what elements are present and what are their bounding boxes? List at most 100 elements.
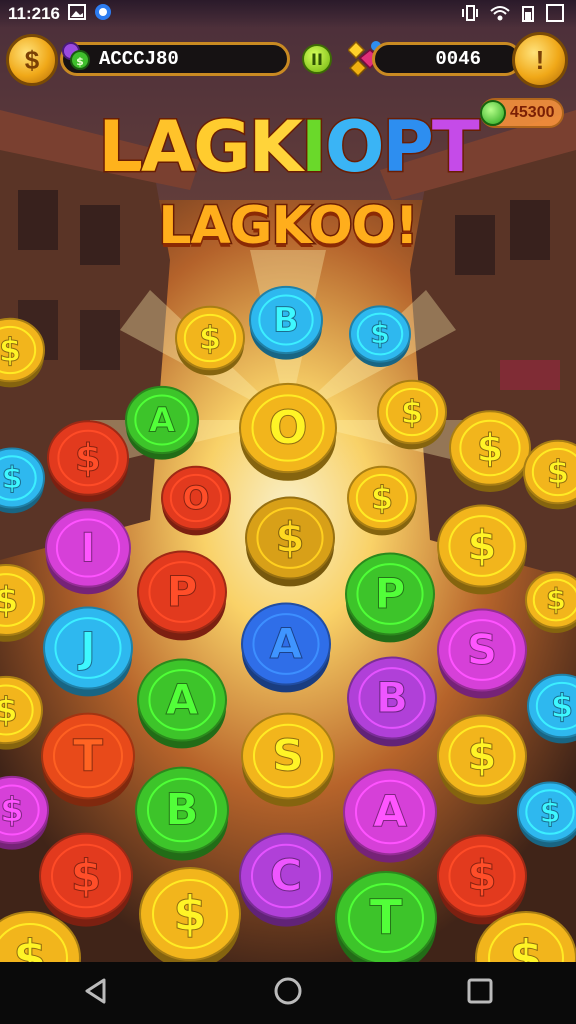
coin-symbol: $ [477,426,503,470]
coin: B [249,285,323,360]
game-subtitle: LAGKOO! [157,195,420,258]
home-button[interactable] [258,968,318,1018]
coin: A [241,602,331,693]
coin-symbol: $ [199,319,221,357]
home-icon [273,976,303,1010]
coin-symbol: $ [540,795,561,830]
status-bar: 11:216 [0,0,576,28]
browser-icon [94,3,112,26]
svg-text:$: $ [76,55,84,68]
status-time: 11:216 [8,4,60,23]
coin: $ [175,305,245,376]
coin-symbol: $ [370,317,390,351]
coin: A [137,658,227,749]
coin: $ [47,420,129,503]
pause-button[interactable]: II [302,44,332,74]
coin-symbol: A [149,401,176,441]
coin-symbol: $ [2,461,23,496]
coin: T [335,871,437,973]
coin-symbol: B [165,785,199,836]
coin: $ [517,781,576,848]
title-letter: G [192,105,253,190]
wifi-icon [490,5,510,26]
recents-icon [467,978,493,1008]
coin-symbol: $ [0,580,19,621]
coin-symbol: T [370,890,403,946]
coin-symbol: $ [0,691,18,731]
coin-symbol: $ [551,687,573,725]
account-code: ACCCJ80 [99,48,179,70]
pause-icon: II [311,49,323,69]
coin-symbol: T [73,731,103,782]
coin-symbol: A [166,675,199,724]
coin-symbol: $ [75,436,101,480]
game-title: LAGKIOPT [0,105,576,190]
coin-symbol: $ [173,886,206,942]
coin: $ [245,496,335,587]
title-letter: P [381,105,435,190]
score-counter: 0046 [372,42,522,76]
navigation-bar [0,962,576,1024]
score-value: 0046 [435,48,481,70]
coin: $ [449,410,531,493]
coin: J [43,606,133,697]
title-letter: T [430,105,481,190]
coin: $ [437,504,527,595]
gem-cluster-icon: $ [61,41,91,77]
coin: P [137,550,227,641]
coin-symbol: S [272,731,304,782]
coin-symbol: S [467,625,497,674]
coin-symbol: $ [0,331,21,369]
coin: S [437,608,527,699]
square-icon [546,4,564,27]
coin-symbol: O [268,400,307,454]
bonus-coin-button[interactable]: ! [512,32,568,88]
title-letter: O [323,105,385,190]
coin-symbol: $ [71,851,102,902]
gallery-icon [68,3,86,25]
title-letter: I [299,105,328,190]
coin-symbol: B [376,673,408,722]
coin: T [41,712,135,807]
coin: A [125,385,199,460]
coin: $ [377,379,447,450]
coin-symbol: J [77,623,96,672]
coin-symbol: $ [467,851,496,900]
coin-symbol: P [375,569,406,618]
coin: S [241,712,335,807]
recents-button[interactable] [450,968,510,1018]
coin: C [239,832,333,927]
coin: P [345,552,435,643]
title-letter: K [247,105,304,190]
coin-symbol: $ [371,479,393,517]
dollar-icon: $ [24,44,40,75]
vibrate-icon [462,4,478,27]
coin-symbol: $ [467,521,496,570]
coin: O [239,382,337,481]
coin-symbol: P [167,567,198,616]
exclamation-icon: ! [535,44,545,75]
hud-bar: $ $ ACCCJ80 II 0046 ! [0,32,576,88]
coin: A [343,768,437,863]
coin: B [135,766,229,861]
account-field[interactable]: $ ACCCJ80 [60,42,290,76]
coin-symbol: A [270,619,303,668]
coin-symbol: O [182,479,209,517]
coin-symbol: I [81,525,96,571]
coin-symbol: $ [401,393,423,431]
coin-symbol: B [273,301,299,341]
battery-icon [522,4,534,27]
coin: $ [39,832,133,927]
shop-coin-button[interactable]: $ [6,34,58,86]
coin-symbol: $ [0,791,24,831]
back-icon [82,977,110,1009]
coin-symbol: A [373,787,407,838]
coin-symbol: $ [275,513,304,562]
coin: O [161,465,231,536]
coin-symbol: $ [546,583,566,617]
coin: $ [349,305,411,367]
back-button[interactable] [66,968,126,1018]
coin: $ [139,867,241,969]
coin: $ [437,834,527,925]
coin: $ [437,714,527,805]
